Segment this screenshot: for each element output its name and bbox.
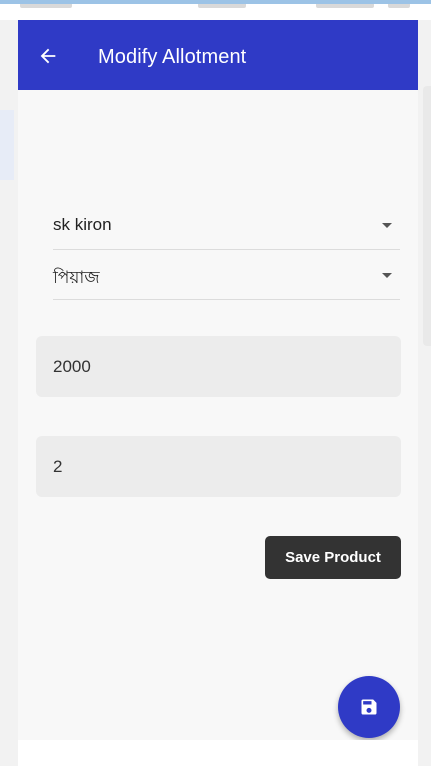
battery-icon [388, 4, 410, 8]
status-icons-placeholder [316, 4, 374, 8]
status-center-placeholder [198, 4, 246, 8]
background-left-edge [0, 20, 18, 766]
save-product-button[interactable]: Save Product [265, 536, 401, 579]
product-select-value: পিয়াজ [53, 268, 100, 287]
caret-down-icon [382, 273, 392, 278]
arrow-left-icon [40, 48, 56, 64]
app-bar: Modify Allotment [18, 20, 418, 90]
product-select-dropdown[interactable]: পিয়াজ [53, 255, 400, 300]
status-time-placeholder [20, 4, 72, 8]
user-select-dropdown[interactable]: sk kiron [53, 205, 400, 250]
caret-down-icon [382, 223, 392, 228]
page-title: Modify Allotment [98, 46, 247, 68]
user-select-value: sk kiron [53, 215, 112, 234]
background-right-edge [418, 20, 431, 766]
second-field-value: 2 [53, 457, 63, 476]
save-fab-button[interactable] [338, 676, 400, 738]
bottom-edge [18, 740, 418, 766]
floppy-disk-icon [361, 699, 377, 715]
modify-allotment-screen: Modify Allotment sk kiron পিয়াজ 2000 2 … [18, 20, 418, 740]
quantity-field[interactable]: 2000 [36, 336, 401, 397]
quantity-field-value: 2000 [53, 357, 91, 376]
background-card-left [0, 110, 14, 180]
back-button[interactable] [34, 42, 62, 70]
second-number-field[interactable]: 2 [36, 436, 401, 497]
status-bar [18, 4, 418, 20]
background-card-right [423, 86, 431, 346]
